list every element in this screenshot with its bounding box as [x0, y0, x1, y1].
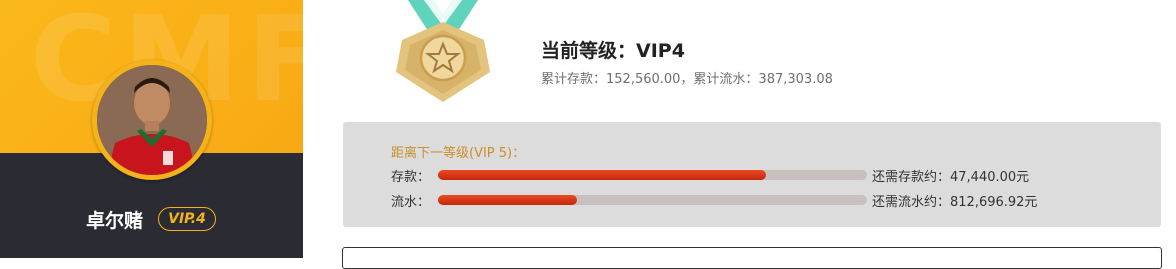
cumulative-summary: 累计存款：152,560.00，累计流水：387,303.08 — [541, 72, 833, 87]
deposit-remaining-text: 还需存款约：47,440.00元 — [872, 170, 1030, 185]
deposit-label: 存款： — [391, 170, 431, 185]
avatar-image — [97, 65, 207, 175]
avatar[interactable] — [97, 65, 207, 175]
vip-level-badge: VIP.4 — [158, 207, 216, 231]
turnover-remaining-text: 还需流水约：812,696.92元 — [872, 195, 1038, 210]
profile-card: CMF 卓尔赌 VIP.4 — [0, 0, 303, 258]
deposit-progress-bar — [438, 170, 867, 180]
medal-star-icon — [388, 0, 498, 110]
next-level-label: 距离下一等级(VIP 5)： — [391, 146, 526, 161]
username: 卓尔赌 — [86, 210, 144, 232]
content-box — [342, 247, 1162, 269]
deposit-progress-fill — [438, 170, 766, 180]
level-progress-panel: 距离下一等级(VIP 5)： 存款： 还需存款约：47,440.00元 流水： … — [343, 122, 1161, 227]
current-level-title: 当前等级：VIP4 — [541, 40, 685, 62]
turnover-progress-fill — [438, 195, 577, 205]
turnover-progress-bar — [438, 195, 867, 205]
turnover-label: 流水： — [391, 195, 431, 210]
